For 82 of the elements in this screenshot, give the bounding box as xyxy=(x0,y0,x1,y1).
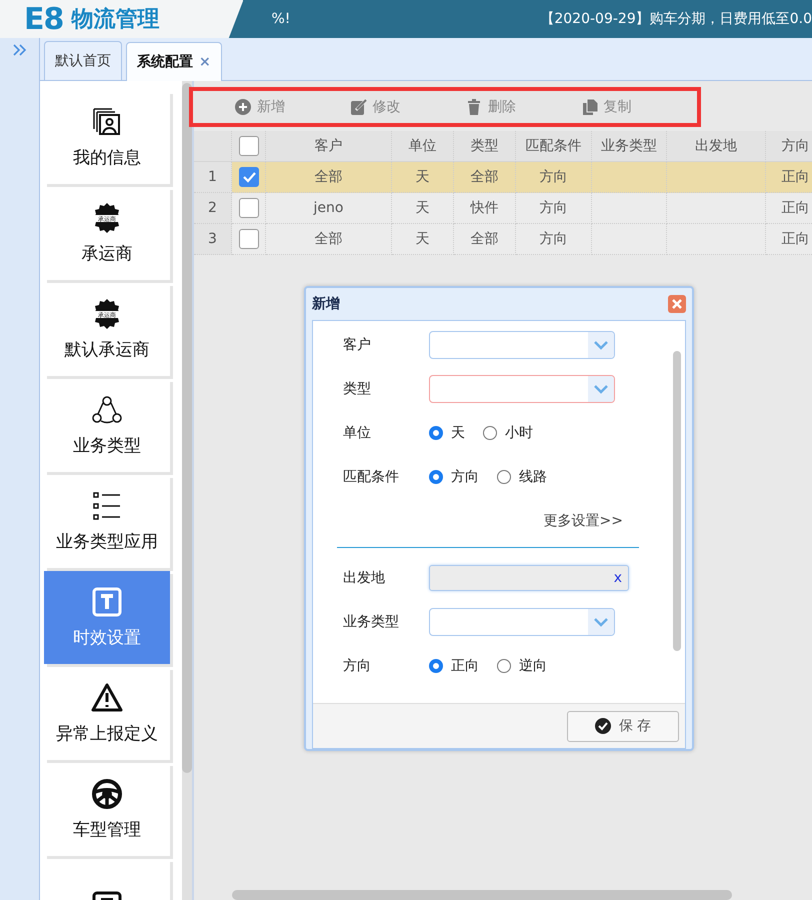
radio-option[interactable]: 逆向 xyxy=(497,657,547,675)
field-label: 业务类型 xyxy=(343,613,400,631)
column-header: 业务类型 xyxy=(592,131,667,162)
steering-wheel-icon xyxy=(91,778,123,810)
save-button[interactable]: 保 存 xyxy=(567,710,679,742)
list-icon xyxy=(91,490,123,522)
table-cell: 方向 xyxy=(516,193,592,224)
connected-circles-icon xyxy=(91,394,123,426)
scrollbar-thumb[interactable] xyxy=(182,83,192,773)
column-header: 方向 xyxy=(766,131,812,162)
checkbox[interactable] xyxy=(238,136,258,156)
checkbox[interactable] xyxy=(238,198,258,218)
radio-button[interactable] xyxy=(483,426,497,440)
table-cell: 方向 xyxy=(516,162,592,193)
dialog-title: 新增 xyxy=(312,295,340,313)
trash-icon xyxy=(466,99,482,115)
checkmark-icon xyxy=(242,170,256,184)
radio-button[interactable] xyxy=(497,659,511,673)
table-cell: jeno xyxy=(266,193,392,224)
table-cell: 全部 xyxy=(454,162,516,193)
field-label: 单位 xyxy=(343,424,372,442)
table-cell: 天 xyxy=(392,193,454,224)
radio-option[interactable]: 天 xyxy=(429,424,465,442)
field-label: 客户 xyxy=(343,336,372,354)
table-cell: 天 xyxy=(392,162,454,193)
text-field[interactable]: x xyxy=(429,565,629,591)
column-header: 匹配条件 xyxy=(516,131,592,162)
expand-icon[interactable] xyxy=(12,44,26,56)
radio-button[interactable] xyxy=(497,470,511,484)
row-number: 2 xyxy=(194,193,232,224)
radio-button[interactable] xyxy=(429,426,443,440)
field-label: 匹配条件 xyxy=(343,468,400,486)
checkbox[interactable] xyxy=(238,167,258,187)
edit-icon xyxy=(350,99,366,115)
sidebar-item[interactable]: 时效设置 xyxy=(44,571,170,664)
copy-icon xyxy=(582,99,598,115)
field-label: 方向 xyxy=(343,657,372,675)
radio-option[interactable]: 方向 xyxy=(429,468,479,486)
check-circle-icon xyxy=(594,718,611,734)
table-cell: 天 xyxy=(392,224,454,255)
close-button[interactable] xyxy=(668,295,686,313)
plus-circle-icon xyxy=(235,99,251,115)
field-label: 类型 xyxy=(343,380,372,398)
table-cell: 全部 xyxy=(454,224,516,255)
profile-card-icon xyxy=(91,106,123,138)
notice-text: 【2020-09-29】购车分期，日费用低至0.0 xyxy=(540,10,812,28)
warning-icon xyxy=(91,682,123,714)
table-cell: 正向 xyxy=(766,162,812,193)
dropdown-field[interactable] xyxy=(429,608,615,636)
table-cell: 方向 xyxy=(516,224,592,255)
column-header: 出发地 xyxy=(667,131,766,162)
scrollbar-thumb[interactable] xyxy=(232,890,732,900)
row-number: 3 xyxy=(194,224,232,255)
notice-text: %! xyxy=(271,11,290,27)
close-icon[interactable] xyxy=(672,299,682,309)
logo-text: 物流管理 xyxy=(71,6,160,34)
radio-option[interactable]: 小时 xyxy=(483,424,533,442)
chevron-down-icon xyxy=(594,384,608,394)
column-header: 单位 xyxy=(392,131,454,162)
tab[interactable]: 默认首页 xyxy=(44,41,122,80)
checkbox[interactable] xyxy=(238,229,258,249)
table-cell: 全部 xyxy=(266,162,392,193)
more-settings-link[interactable]: 更多设置>> xyxy=(544,512,623,530)
column-header: 客户 xyxy=(266,131,392,162)
radio-button[interactable] xyxy=(429,659,443,673)
table-cell: 全部 xyxy=(266,224,392,255)
chevron-down-icon xyxy=(594,340,608,350)
row-number: 1 xyxy=(194,162,232,193)
table-cell: 快件 xyxy=(454,193,516,224)
logo-mark: E8 xyxy=(24,2,64,36)
clear-button[interactable]: x xyxy=(614,570,622,586)
radio-button[interactable] xyxy=(429,470,443,484)
radio-option[interactable]: 线路 xyxy=(497,468,547,486)
column-header: 类型 xyxy=(454,131,516,162)
dropdown-field[interactable] xyxy=(429,375,615,403)
scrollbar-thumb[interactable] xyxy=(673,351,681,651)
dropdown-field[interactable] xyxy=(429,331,615,359)
t-box-icon xyxy=(91,586,123,618)
tab[interactable]: 系统配置 × xyxy=(126,42,222,81)
chevron-down-icon xyxy=(594,618,608,626)
radio-option[interactable]: 正向 xyxy=(429,657,479,675)
field-label: 出发地 xyxy=(343,569,386,587)
